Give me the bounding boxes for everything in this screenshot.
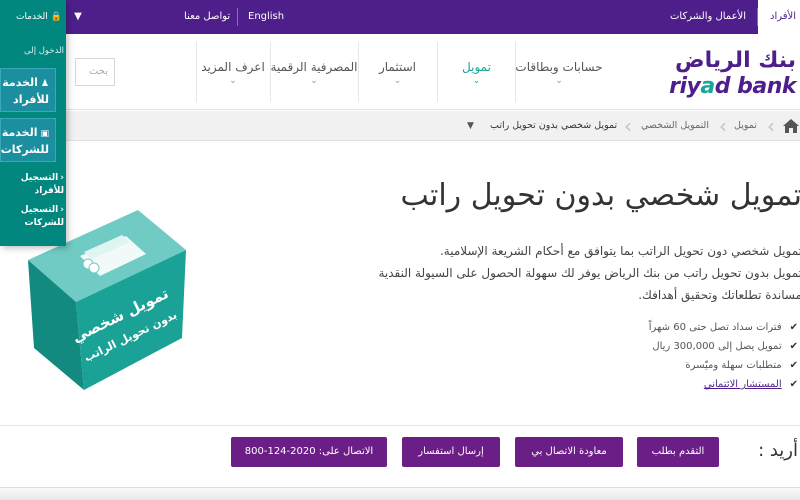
description-line: تمويل شخصي دون تحويل الراتب بما يتوافق م… xyxy=(439,244,800,258)
tab-individuals[interactable]: الأفراد xyxy=(758,0,800,34)
list-item: ✔ فترات سداد تصل حتى 60 شهراً xyxy=(649,318,798,337)
call-button[interactable]: الاتصال على: 800-124-2020 xyxy=(231,437,387,467)
nav-divider xyxy=(515,42,516,102)
services-panel-title: الخدمات xyxy=(15,12,48,22)
feature-text: تمويل يصل إلى 300,000 ريال xyxy=(652,341,782,352)
nav-item-label: اعرف المزيد xyxy=(201,60,265,74)
check-icon: ✔ xyxy=(789,322,798,333)
link-label: التسجيل xyxy=(20,173,59,183)
logo-english-accent: a xyxy=(700,74,715,99)
lock-icon: 🔒 xyxy=(50,12,62,22)
breadcrumb-separator: ‹ xyxy=(624,114,632,138)
chevron-down-icon: ⌄ xyxy=(310,76,318,86)
feature-text: متطلبات سهلة وميّسرة xyxy=(685,360,782,371)
nav-item-accounts-cards[interactable]: حسابات وبطاقات ⌄ xyxy=(515,34,603,104)
user-icon: ♟ xyxy=(40,79,49,89)
nav-item-investment[interactable]: استثمار ⌄ xyxy=(358,34,437,104)
register-business-link[interactable]: ‹التسجيل للشركات xyxy=(0,204,66,230)
button-label: للأفراد xyxy=(13,93,49,106)
button-label: الخدمة xyxy=(2,76,38,89)
chevron-down-icon: ⌄ xyxy=(229,76,237,86)
nav-item-digital-banking[interactable]: المصرفية الرقمية ⌄ xyxy=(270,34,358,104)
nav-divider xyxy=(196,42,197,102)
nav-divider xyxy=(270,42,271,102)
services-side-panel: 🔒الخدمات الدخول إلى ♟الخدمة للأفراد ▣الخ… xyxy=(0,0,66,246)
briefcase-icon: ▣ xyxy=(40,129,49,139)
top-bar-divider xyxy=(757,8,758,26)
logo-english-part: d bank xyxy=(714,74,797,99)
call-label: الاتصال على: xyxy=(318,446,374,457)
breadcrumb-personal-financing[interactable]: التمويل الشخصي xyxy=(641,111,709,141)
login-label: الدخول إلى xyxy=(24,46,64,56)
nav-item-label: المصرفية الرقمية xyxy=(270,60,358,74)
register-individuals-link[interactable]: ‹التسجيل للأفراد xyxy=(0,172,66,198)
button-label: للشركات xyxy=(0,143,49,156)
breadcrumb-financing[interactable]: تمويل xyxy=(734,111,757,141)
chevron-down-icon: ⌄ xyxy=(555,76,563,86)
page-description: تمويل شخصي دون تحويل الراتب بما يتوافق م… xyxy=(342,240,800,306)
feature-text: فترات سداد تصل حتى 60 شهراً xyxy=(648,322,782,333)
chevron-left-icon: ‹ xyxy=(60,205,64,215)
breadcrumb: ‹ تمويل ‹ التمويل الشخصي ‹ تمويل شخصي بد… xyxy=(0,111,800,141)
breadcrumb-separator: ‹ xyxy=(719,114,727,138)
search-input[interactable]: بحث xyxy=(75,58,115,86)
nav-item-financing[interactable]: تمويل ⌄ xyxy=(438,34,515,104)
list-item: ✔ متطلبات سهلة وميّسرة xyxy=(649,356,798,375)
cta-label: أريد : xyxy=(758,440,798,461)
check-icon: ✔ xyxy=(789,360,798,371)
language-switch[interactable]: English xyxy=(248,0,284,34)
page-title: تمويل شخصي بدون تحويل راتب xyxy=(400,178,800,213)
link-label: التسجيل xyxy=(20,205,59,215)
credit-advisor-link[interactable]: المستشار الائتماني xyxy=(704,379,782,390)
call-number: 800-124-2020 xyxy=(244,446,316,457)
logo-english-part: riy xyxy=(669,74,701,99)
description-line: تمويل بدون تحويل راتب من بنك الرياض يوفر… xyxy=(378,266,800,280)
apply-button[interactable]: التقدم بطلب xyxy=(637,437,719,467)
contact-us-link[interactable]: تواصل معنا xyxy=(184,0,230,34)
nav-item-label: حسابات وبطاقات xyxy=(515,60,603,74)
business-service-button[interactable]: ▣الخدمة للشركات xyxy=(0,118,56,162)
tab-business[interactable]: الأعمال والشركات xyxy=(670,0,746,34)
nav-item-label: تمويل xyxy=(462,60,491,74)
link-label: للأفراد xyxy=(34,186,64,196)
logo-english[interactable]: riyad bank xyxy=(669,74,796,99)
individuals-service-button[interactable]: ♟الخدمة للأفراد xyxy=(0,68,56,112)
chevron-down-icon[interactable]: ▼ xyxy=(70,0,86,34)
main-navigation: بنك الرياض riyad bank حسابات وبطاقات ⌄ ت… xyxy=(0,34,800,110)
callback-button[interactable]: معاودة الاتصال بي xyxy=(515,437,623,467)
check-icon: ✔ xyxy=(789,379,798,390)
chevron-down-icon: ⌄ xyxy=(472,76,481,86)
services-panel-header[interactable]: 🔒الخدمات xyxy=(0,0,66,34)
button-label: الخدمة xyxy=(1,126,38,139)
chevron-down-icon: ⌄ xyxy=(393,76,402,86)
cta-divider xyxy=(0,425,800,426)
home-icon[interactable] xyxy=(782,117,800,135)
top-bar-divider xyxy=(237,8,238,26)
description-line: مساندة تطلعاتك وتحقيق أهدافك. xyxy=(638,288,800,302)
logo-arabic[interactable]: بنك الرياض xyxy=(675,48,796,73)
breadcrumb-current: تمويل شخصي بدون تحويل راتب xyxy=(490,120,618,131)
top-bar: الأفراد الأعمال والشركات English تواصل م… xyxy=(0,0,800,34)
link-label: للشركات xyxy=(24,218,64,228)
list-item: ✔ المستشار الائتماني xyxy=(649,375,798,394)
chevron-left-icon: ‹ xyxy=(60,173,64,183)
nav-item-learn-more[interactable]: اعرف المزيد ⌄ xyxy=(196,34,270,104)
nav-divider xyxy=(358,42,359,102)
triangle-down-icon[interactable]: ▼ xyxy=(467,111,474,141)
inquiry-button[interactable]: إرسال استفسار xyxy=(402,437,500,467)
check-icon: ✔ xyxy=(789,341,798,352)
page-bottom-edge xyxy=(0,487,800,500)
nav-item-label: استثمار xyxy=(378,60,417,74)
list-item: ✔ تمويل يصل إلى 300,000 ريال xyxy=(649,337,798,356)
breadcrumb-separator: ‹ xyxy=(767,114,775,138)
features-list: ✔ فترات سداد تصل حتى 60 شهراً ✔ تمويل يصل … xyxy=(649,318,798,394)
